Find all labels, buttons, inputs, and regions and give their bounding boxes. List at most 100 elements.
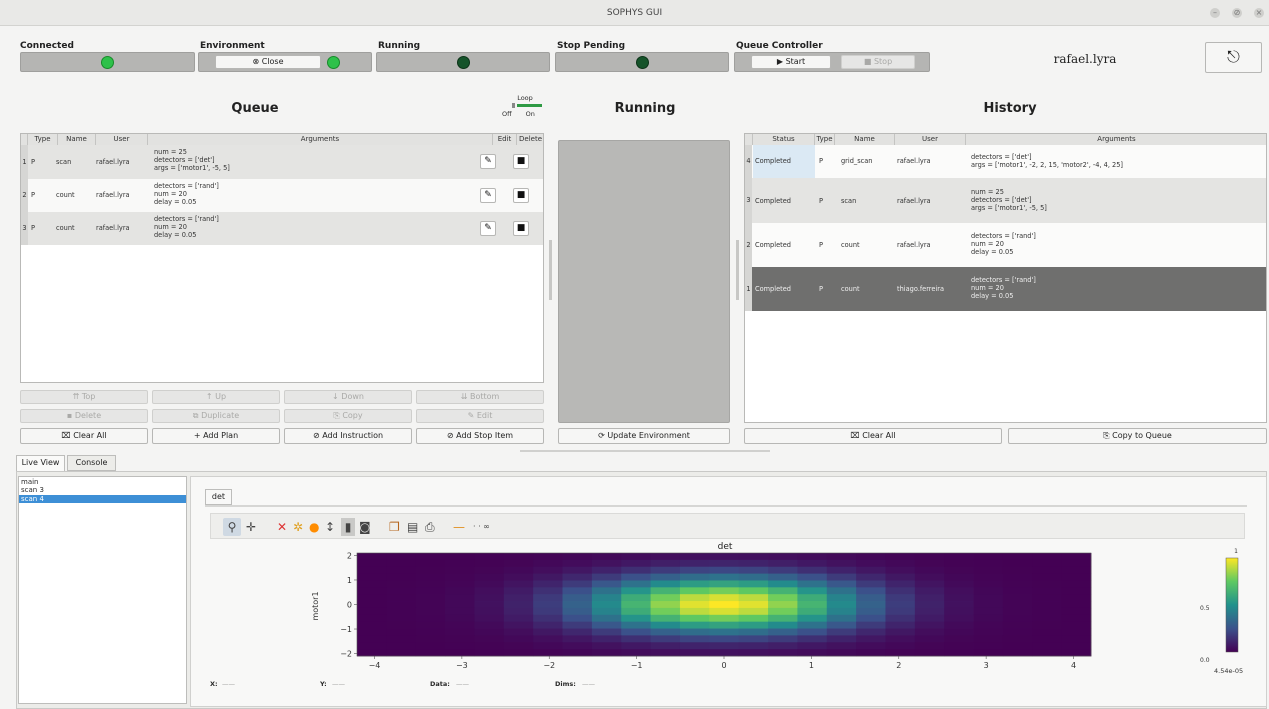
heatmap-cell: [738, 553, 769, 561]
zoom-icon[interactable]: ⚲: [223, 518, 241, 536]
queue-col-type[interactable]: Type: [28, 134, 58, 145]
run-list-item-selected[interactable]: scan 4: [19, 495, 186, 503]
history-row[interactable]: 2 Completed P count rafael.lyra detector…: [745, 223, 1266, 267]
queue-row[interactable]: 3 P count rafael.lyra detectors = ['rand…: [21, 212, 543, 245]
queue-row[interactable]: 1 P scan rafael.lyra num = 25 detectors …: [21, 145, 543, 179]
queue-clear-all-button[interactable]: ⌧ Clear All: [20, 428, 148, 444]
save-icon[interactable]: ▤: [407, 518, 418, 536]
history-col-user[interactable]: User: [895, 134, 966, 145]
edit-pencil-icon[interactable]: ✎: [480, 154, 496, 169]
heatmap-chart: det −4 −3 −2 −1 0 1 2 3 4 2 1 0 −1 −2 motor1 1 0.5 0…: [311, 542, 1243, 675]
heatmap-cell: [944, 587, 974, 595]
tab-console[interactable]: Console: [67, 455, 116, 471]
row-name: count: [56, 224, 75, 232]
move-down-button[interactable]: ↓ Down: [284, 390, 412, 404]
heatmap-cell: [679, 621, 710, 629]
heatmap-cell: [562, 607, 593, 616]
history-col-type[interactable]: Type: [815, 134, 835, 145]
clear-list-icon: ⌧: [61, 431, 74, 440]
heatmap-cell: [650, 635, 681, 643]
heatmap-cell: [797, 587, 828, 595]
heatmap-cell: [503, 614, 534, 623]
history-row[interactable]: 4 Completed P grid_scan rafael.lyra dete…: [745, 145, 1266, 178]
history-row[interactable]: 3 Completed P scan rafael.lyra num = 25 …: [745, 178, 1266, 223]
edit-item-button[interactable]: ✎ Edit: [416, 409, 544, 423]
heatmap-cell: [1002, 559, 1033, 568]
update-environment-button[interactable]: ⟳ Update Environment: [558, 428, 730, 444]
heatmap-cell: [621, 587, 651, 595]
splitter-handle[interactable]: [736, 240, 739, 300]
start-queue-button[interactable]: ▶ Start: [751, 55, 831, 69]
run-list-item[interactable]: scan 3: [21, 487, 44, 494]
heatmap-cell: [591, 649, 622, 657]
copy-button[interactable]: ⎘ Copy: [284, 409, 412, 423]
history-col-arguments[interactable]: Arguments: [966, 134, 1266, 145]
mask-icon[interactable]: ◙: [359, 518, 371, 536]
copy-to-queue-button[interactable]: ⎘ Copy to Queue: [1008, 428, 1267, 444]
heatmap-cell: [562, 649, 593, 657]
heatmap-cell: [709, 621, 740, 629]
loop-toggle[interactable]: [512, 103, 542, 108]
edit-pencil-icon[interactable]: ✎: [480, 221, 496, 236]
autoscale-icon[interactable]: ✲: [293, 518, 303, 536]
delete-trash-icon[interactable]: ■: [513, 154, 529, 169]
queue-col-edit[interactable]: Edit: [493, 134, 517, 145]
move-up-button[interactable]: ↑ Up: [152, 390, 280, 404]
history-row-selected[interactable]: 1 Completed P count thiago.ferreira dete…: [745, 267, 1266, 311]
heatmap-cell: [768, 587, 798, 595]
move-top-button[interactable]: ⇈ Top: [20, 390, 148, 404]
delete-trash-icon[interactable]: ■: [513, 188, 529, 203]
marker-style-icon[interactable]: · · ∞: [473, 518, 490, 536]
heatmap-cell: [768, 607, 798, 616]
add-plan-button[interactable]: + Add Plan: [152, 428, 280, 444]
history-col-name[interactable]: Name: [835, 134, 895, 145]
colormap-icon[interactable]: ▮: [341, 518, 355, 536]
heatmap-cell: [768, 566, 798, 574]
stop-label: Stop: [873, 57, 893, 66]
queue-col-name[interactable]: Name: [58, 134, 96, 145]
queue-row[interactable]: 2 P count rafael.lyra detectors = ['rand…: [21, 179, 543, 212]
tab-det-plot[interactable]: det: [205, 489, 232, 505]
heatmap-cell: [591, 566, 622, 574]
delete-trash-icon[interactable]: ■: [513, 221, 529, 236]
maximize-icon[interactable]: ⊘: [1232, 8, 1242, 18]
heatmap-cell: [1061, 614, 1092, 623]
queue-col-arguments[interactable]: Arguments: [148, 134, 493, 145]
print-icon[interactable]: ⎙: [425, 518, 435, 536]
history-clear-all-button[interactable]: ⌧ Clear All: [744, 428, 1002, 444]
splitter-handle[interactable]: [549, 240, 552, 300]
close-environment-button[interactable]: ⊗ Close: [215, 55, 321, 69]
heatmap-cell: [914, 559, 945, 568]
add-stop-item-button[interactable]: ⊘ Add Stop Item: [416, 428, 544, 444]
horizontal-splitter-handle[interactable]: [520, 450, 770, 452]
edit-pencil-icon[interactable]: ✎: [480, 188, 496, 203]
heatmap-cell: [1061, 580, 1092, 588]
heatmap-cell: [885, 601, 916, 609]
logout-button[interactable]: ⎋: [1205, 42, 1262, 73]
delete-item-button[interactable]: ▪ Delete: [20, 409, 148, 423]
line-style-icon[interactable]: —: [453, 518, 465, 536]
remove-icon[interactable]: ✕: [277, 518, 287, 536]
heatmap-cell: [768, 642, 798, 650]
close-window-icon[interactable]: ×: [1254, 8, 1264, 18]
heatmap-cell: [944, 621, 974, 629]
history-col-status[interactable]: Status: [753, 134, 815, 145]
pan-icon[interactable]: ✛: [246, 518, 256, 536]
axis-flip-icon[interactable]: ↕: [325, 518, 335, 536]
duplicate-button[interactable]: ⧉ Duplicate: [152, 409, 280, 423]
heatmap-cell: [386, 635, 417, 643]
y-tick-label: 2: [347, 551, 352, 560]
tab-live-view[interactable]: Live View: [16, 455, 65, 471]
move-bottom-button[interactable]: ⇊ Bottom: [416, 390, 544, 404]
minimize-icon[interactable]: –: [1210, 8, 1220, 18]
history-title: History: [983, 101, 1037, 116]
heatmap-cell: [503, 607, 534, 616]
heatmap-cell: [973, 573, 1004, 581]
queue-col-delete[interactable]: Delete: [517, 134, 543, 145]
stop-queue-button[interactable]: ■ Stop: [841, 55, 915, 69]
queue-col-user[interactable]: User: [96, 134, 148, 145]
copy-plot-icon[interactable]: ❐: [389, 518, 400, 536]
add-instruction-button[interactable]: ⊘ Add Instruction: [284, 428, 412, 444]
roi-icon[interactable]: ●: [309, 518, 319, 536]
run-list-item[interactable]: main: [21, 479, 39, 486]
